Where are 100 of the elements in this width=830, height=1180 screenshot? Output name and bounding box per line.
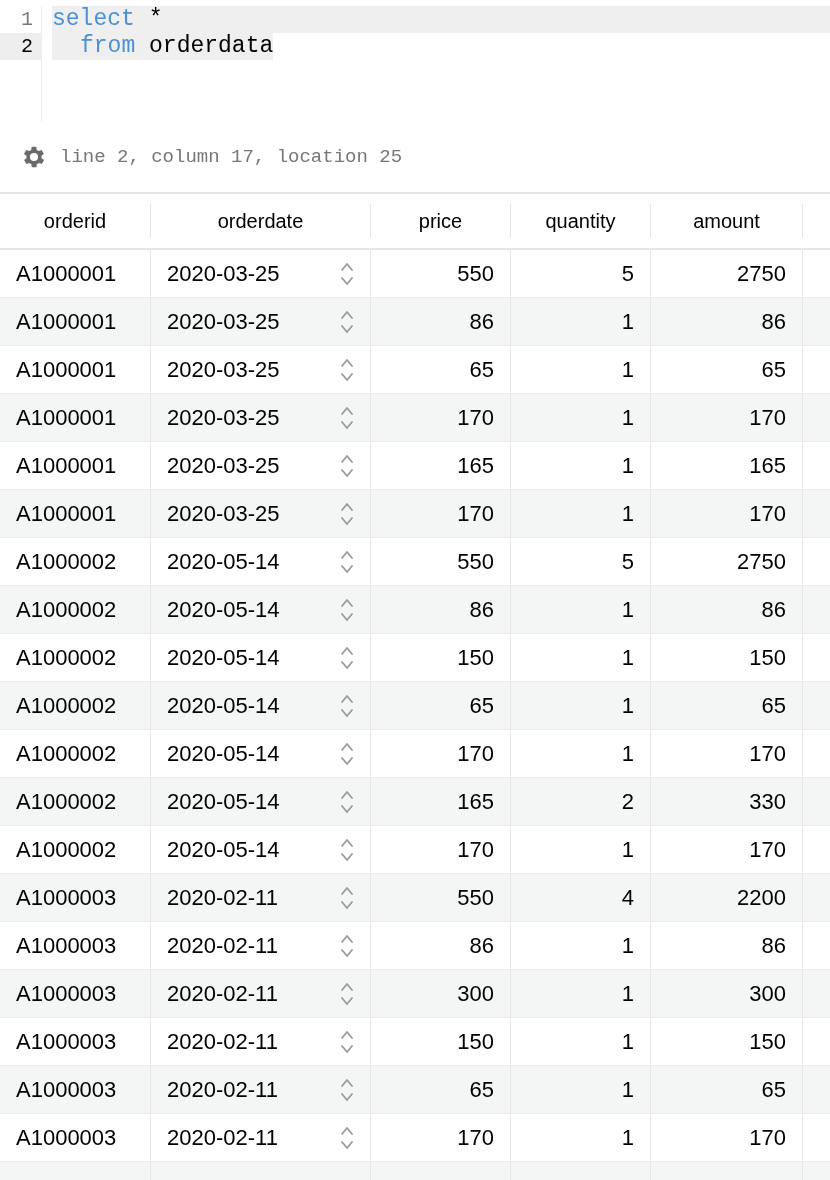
table-cell: 1 [621, 980, 634, 1007]
table-cell: A1000003 [16, 884, 117, 911]
table-cell: 2020-03-25 [167, 356, 280, 383]
stepper-icon[interactable] [340, 308, 354, 335]
table-cell: 2020-02-11 [167, 980, 278, 1007]
table-cell: A1000001 [16, 308, 117, 335]
table-cell: 300 [457, 980, 494, 1007]
table-cell: 65 [761, 356, 786, 383]
table-cell: 170 [457, 740, 494, 767]
table-cell: 2750 [737, 548, 786, 575]
stepper-icon[interactable] [340, 1124, 354, 1151]
table-cell: 1 [621, 740, 634, 767]
table-cell: 150 [749, 644, 786, 671]
column-header[interactable]: orderid [43, 209, 107, 233]
table-cell: 2200 [737, 884, 786, 911]
stepper-icon[interactable] [340, 500, 354, 527]
table-cell: 1 [621, 1028, 634, 1055]
table-cell: 2020-03-25 [167, 404, 280, 431]
table-cell: 2020-05-14 [167, 644, 280, 671]
table-cell: A1000001 [16, 260, 117, 287]
table-cell: 170 [457, 836, 494, 863]
table-cell: 150 [749, 1028, 786, 1055]
table-cell: 2020-05-14 [167, 596, 280, 623]
table-cell: A1000002 [16, 548, 117, 575]
column-header[interactable]: quantity [545, 209, 616, 233]
table-cell: 86 [469, 596, 494, 623]
table-cell: 165 [457, 788, 494, 815]
line-number: 2 [0, 33, 41, 60]
table-cell: 65 [469, 356, 494, 383]
table-cell: A1000002 [16, 836, 117, 863]
table-cell: 1 [621, 596, 634, 623]
table-cell: 86 [469, 932, 494, 959]
table-cell: 150 [457, 1028, 494, 1055]
table-cell: 170 [457, 404, 494, 431]
table-cell: 170 [749, 404, 786, 431]
table-cell: 86 [761, 308, 786, 335]
table-cell: 170 [457, 500, 494, 527]
table-cell: A1000001 [16, 500, 117, 527]
table-cell: A1000003 [16, 1124, 117, 1151]
table-cell: 2020-03-25 [167, 260, 280, 287]
table-cell: 2020-03-25 [167, 452, 280, 479]
table-cell: 1 [621, 932, 634, 959]
cursor-position: line 2, column 17, location 25 [60, 144, 403, 170]
table-cell: 170 [749, 1124, 786, 1151]
stepper-icon[interactable] [340, 884, 354, 911]
table-cell: 2020-02-11 [167, 1076, 278, 1103]
table-cell: 1 [621, 500, 634, 527]
table-cell: 1 [621, 644, 634, 671]
table-cell: A1000003 [16, 980, 117, 1007]
column-header[interactable]: amount [693, 209, 760, 233]
table-cell: 5 [621, 548, 634, 575]
table-cell: 300 [749, 980, 786, 1007]
table-cell: 1 [621, 692, 634, 719]
table-cell: 1 [621, 452, 634, 479]
table-cell: 1 [621, 836, 634, 863]
table-cell: 550 [457, 884, 494, 911]
stepper-icon[interactable] [340, 596, 354, 623]
table-cell: 2020-05-14 [167, 836, 280, 863]
stepper-icon[interactable] [340, 932, 354, 959]
table-cell: 86 [469, 308, 494, 335]
column-header[interactable]: orderdate [217, 209, 304, 233]
table-cell: 1 [621, 356, 634, 383]
table-cell: A1000002 [16, 692, 117, 719]
table-cell: 2750 [737, 260, 786, 287]
table-cell: 165 [457, 452, 494, 479]
table-cell: 165 [749, 452, 786, 479]
table-cell: 2020-05-14 [167, 740, 280, 767]
table-cell: 550 [457, 548, 494, 575]
stepper-icon[interactable] [340, 644, 354, 671]
stepper-icon[interactable] [340, 548, 354, 575]
table-cell: 170 [457, 1124, 494, 1151]
table-cell: 1 [621, 308, 634, 335]
table-cell: 5 [621, 260, 634, 287]
table-cell: 2020-03-25 [167, 500, 280, 527]
stepper-icon[interactable] [340, 836, 354, 863]
stepper-icon[interactable] [340, 404, 354, 431]
stepper-icon[interactable] [340, 740, 354, 767]
table-cell: 1 [621, 1124, 634, 1151]
table-cell: 170 [749, 836, 786, 863]
table-cell: A1000003 [16, 932, 117, 959]
table-cell: A1000001 [16, 356, 117, 383]
table-cell: 2020-02-11 [167, 1124, 278, 1151]
stepper-icon[interactable] [340, 788, 354, 815]
stepper-icon[interactable] [340, 1028, 354, 1055]
table-cell: A1000002 [16, 788, 117, 815]
table-cell: 65 [761, 692, 786, 719]
table-cell: 86 [761, 596, 786, 623]
stepper-icon[interactable] [340, 692, 354, 719]
stepper-icon[interactable] [340, 452, 354, 479]
stepper-icon[interactable] [340, 1076, 354, 1103]
table-cell: 1 [621, 404, 634, 431]
stepper-icon[interactable] [340, 980, 354, 1007]
line-number: 1 [20, 7, 34, 33]
table-cell: A1000003 [16, 1028, 117, 1055]
stepper-icon[interactable] [340, 356, 354, 383]
table-cell: 2 [621, 788, 634, 815]
table-cell: 65 [469, 1076, 494, 1103]
table-cell: A1000003 [16, 1076, 117, 1103]
column-header[interactable]: price [418, 209, 463, 233]
stepper-icon[interactable] [340, 260, 354, 287]
